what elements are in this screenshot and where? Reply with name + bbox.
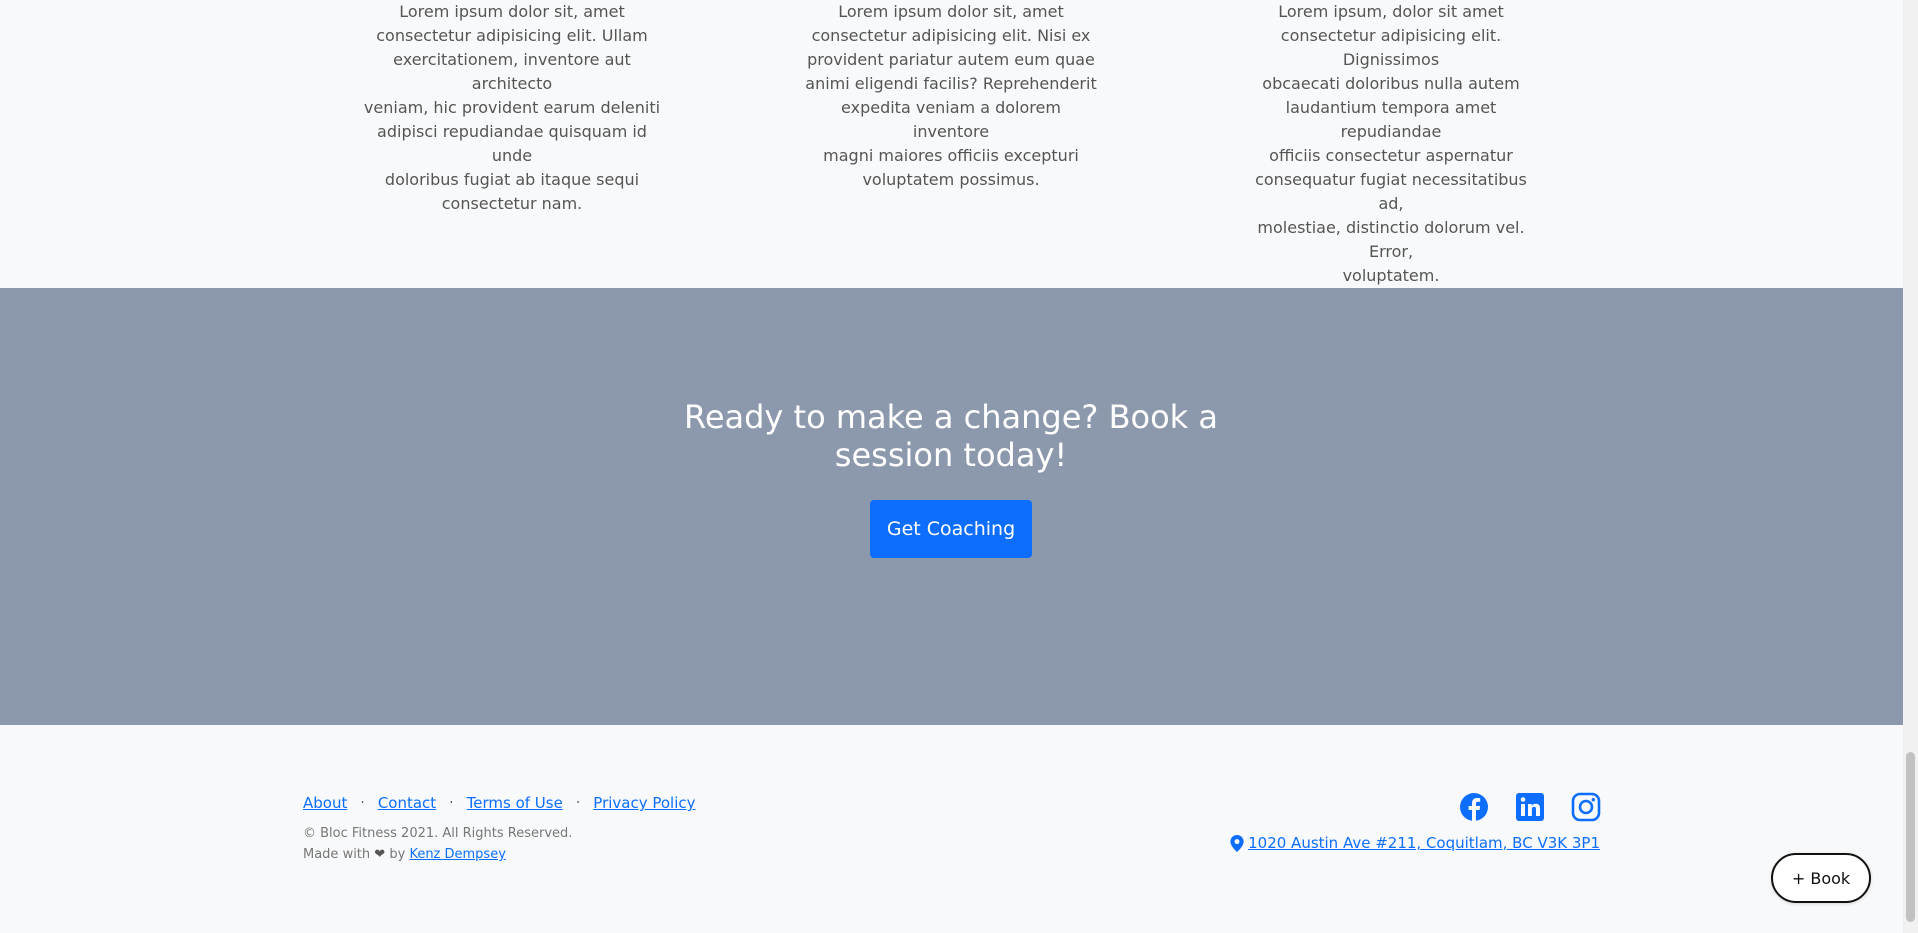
footer-link-privacy[interactable]: Privacy Policy (593, 794, 695, 812)
vertical-scrollbar[interactable] (1903, 0, 1918, 933)
footer-links: About · Contact · Terms of Use · Privacy… (303, 794, 696, 812)
cta-heading: Ready to make a change? Book a session t… (684, 398, 1218, 474)
footer-separator: · (449, 795, 454, 811)
footer-separator: · (575, 795, 581, 811)
footer-separator: · (360, 795, 365, 811)
heart-icon: ❤ (374, 847, 386, 862)
map-pin-icon (1230, 834, 1244, 852)
made-with-prefix: Made with (303, 847, 371, 862)
linkedin-icon (1516, 793, 1544, 821)
footer-link-about[interactable]: About (303, 794, 347, 812)
address: 1020 Austin Ave #211, Coquitlam, BC V3K … (1230, 834, 1600, 852)
made-with-by: by (389, 847, 406, 862)
feature-description-1: Lorem ipsum dolor sit, amet consectetur … (363, 2, 661, 213)
page: Lorem ipsum dolor sit, amet consectetur … (0, 0, 1903, 933)
footer-link-contact[interactable]: Contact (378, 794, 436, 812)
footer: About · Contact · Terms of Use · Privacy… (0, 725, 1903, 933)
facebook-link[interactable] (1458, 791, 1490, 823)
author-link[interactable]: Kenz Dempsey (409, 847, 505, 862)
cta-section: Ready to make a change? Book a session t… (0, 288, 1903, 725)
address-link[interactable]: 1020 Austin Ave #211, Coquitlam, BC V3K … (1248, 834, 1600, 852)
linkedin-link[interactable] (1514, 791, 1546, 823)
copyright-text: © Bloc Fitness 2021. All Rights Reserved… (303, 826, 573, 841)
book-floating-button[interactable]: + Book (1771, 853, 1871, 903)
facebook-icon (1460, 793, 1488, 821)
scrollbar-thumb[interactable] (1906, 752, 1915, 922)
social-linkedin (1514, 791, 1546, 823)
feature-description-3: Lorem ipsum, dolor sit amet consectetur … (1255, 2, 1527, 285)
features-section: Lorem ipsum dolor sit, amet consectetur … (0, 0, 1903, 288)
instagram-link[interactable] (1570, 791, 1602, 823)
social-facebook (1458, 791, 1490, 823)
social-instagram (1570, 791, 1602, 823)
get-coaching-button[interactable]: Get Coaching (870, 500, 1032, 558)
made-with-line: Made with ❤ by Kenz Dempsey (303, 847, 506, 862)
feature-description-2: Lorem ipsum dolor sit, amet consectetur … (805, 2, 1097, 189)
footer-link-terms[interactable]: Terms of Use (467, 794, 563, 812)
instagram-icon (1571, 792, 1601, 822)
